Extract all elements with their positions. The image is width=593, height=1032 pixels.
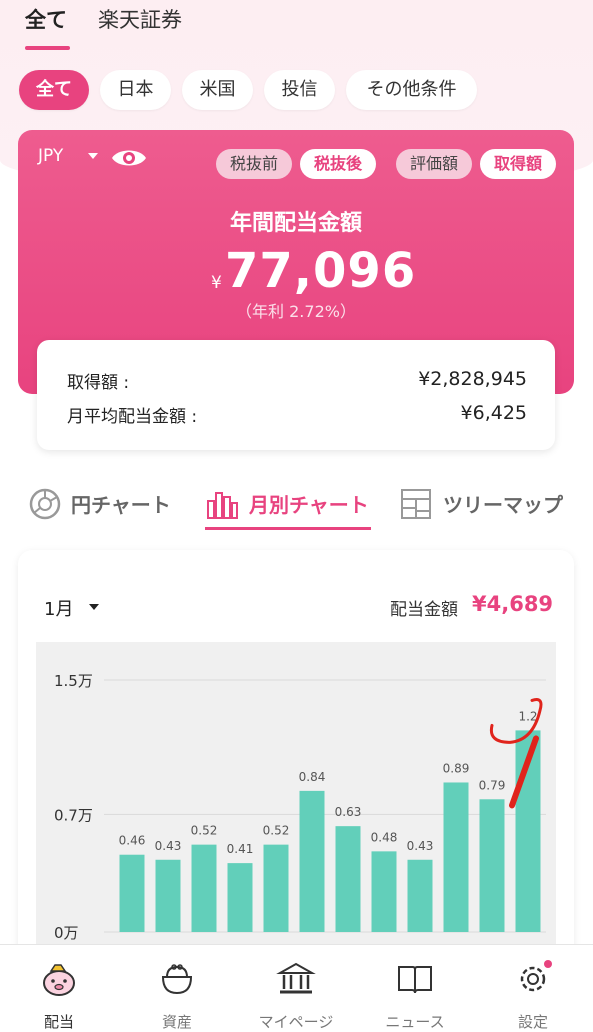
- toggle-after-tax[interactable]: 税抜後: [300, 149, 376, 179]
- bar-chart-svg: 0万 0.7万 1.5万 0.46 0.43 0.52 0.41 0.52 0.84 0.63 0.…: [54, 672, 546, 942]
- bar: [335, 826, 361, 932]
- data-label: 0.63: [335, 805, 362, 819]
- bar: [227, 863, 253, 932]
- monthly-average-value: ¥6,425: [460, 402, 527, 424]
- nav-news-label: ニュース: [385, 1013, 445, 1031]
- currency-selector[interactable]: JPY: [38, 146, 63, 166]
- yen-sign: ¥: [211, 273, 222, 293]
- bank-building-icon: [276, 962, 316, 994]
- payout-value: ¥4,689: [472, 592, 554, 616]
- bottom-navigation: 配当 資産 マイページ ニュース 設定: [0, 944, 593, 1031]
- bar: [371, 851, 397, 932]
- nav-assets[interactable]: 資産: [118, 945, 236, 1031]
- bar: [299, 790, 325, 932]
- acquisition-value: ¥2,828,945: [418, 368, 527, 390]
- data-label: 0.43: [407, 839, 434, 853]
- y-tick-label: 0.7万: [54, 806, 93, 824]
- pie-chart-icon: [29, 488, 61, 520]
- data-label: 0.52: [191, 824, 218, 838]
- y-tick-label: 1.5万: [54, 672, 93, 690]
- toggle-acquisition-cost[interactable]: 取得額: [480, 149, 556, 179]
- tab-pie-chart-label: 円チャート: [71, 493, 171, 517]
- payout-label: 配当金額: [390, 600, 458, 620]
- bar: [407, 859, 433, 932]
- tab-all[interactable]: 全て: [25, 4, 67, 34]
- bar: [263, 844, 289, 932]
- annual-dividend-amount: 77,096: [225, 243, 417, 299]
- nav-assets-label: 資産: [161, 1013, 192, 1031]
- annual-dividend-title: 年間配当金額: [229, 211, 362, 236]
- data-label: 0.48: [371, 830, 398, 844]
- chart-view-tabs: 円チャート 月別チャート ツリーマップ: [0, 480, 593, 532]
- filter-chip-row: 全て 日本 米国 投信 その他条件: [0, 70, 593, 112]
- monthly-bar-chart: 0万 0.7万 1.5万 0.46 0.43 0.52 0.41 0.52 0.84 0.63 0.…: [36, 642, 556, 972]
- bar-chart-icon: [207, 492, 238, 519]
- chip-other-conditions[interactable]: その他条件: [346, 70, 477, 110]
- y-tick-label: 0万: [54, 924, 79, 942]
- acquisition-row: 取得額 : ¥2,828,945: [67, 368, 527, 393]
- nav-dividends[interactable]: 配当: [0, 945, 118, 1031]
- chevron-down-icon[interactable]: [88, 153, 98, 159]
- data-label: 0.41: [227, 842, 254, 856]
- bar: [191, 844, 217, 932]
- treemap-icon: [401, 489, 431, 519]
- bar: [479, 799, 505, 932]
- nav-settings[interactable]: 設定: [474, 945, 592, 1031]
- data-label: 0.79: [479, 778, 506, 792]
- data-label: 0.89: [443, 761, 470, 775]
- nav-news[interactable]: ニュース: [356, 945, 474, 1031]
- chip-us[interactable]: 米国: [182, 70, 253, 110]
- chip-all[interactable]: 全て: [19, 70, 89, 110]
- chip-funds[interactable]: 投信: [264, 70, 335, 110]
- data-label: 1.2: [518, 709, 537, 723]
- nav-mypage-label: マイページ: [258, 1013, 334, 1031]
- nav-dividends-label: 配当: [43, 1013, 74, 1031]
- active-view-indicator: [205, 527, 371, 530]
- piggy-bank-icon: [43, 964, 75, 996]
- chip-japan[interactable]: 日本: [100, 70, 171, 110]
- bar: [155, 859, 181, 932]
- data-label: 0.84: [299, 770, 326, 784]
- nav-mypage[interactable]: マイページ: [237, 945, 355, 1031]
- dividend-detail-card: 取得額 : ¥2,828,945 月平均配当金額 : ¥6,425: [37, 340, 555, 450]
- tab-rakuten-securities[interactable]: 楽天証券: [98, 4, 182, 34]
- toggle-before-tax[interactable]: 税抜前: [216, 149, 292, 179]
- purse-icon: [161, 964, 193, 995]
- tab-monthly-chart-label: 月別チャート: [249, 493, 369, 517]
- month-selector[interactable]: 1月: [44, 595, 73, 621]
- data-label: 0.52: [263, 824, 290, 838]
- tab-treemap-label: ツリーマップ: [443, 493, 563, 517]
- monthly-average-row: 月平均配当金額 : ¥6,425: [67, 402, 527, 427]
- monthly-average-label: 月平均配当金額 :: [67, 407, 198, 427]
- bar: [119, 854, 145, 932]
- active-tab-indicator: [25, 46, 70, 50]
- bar: [443, 782, 469, 932]
- top-tab-bar: 全て 楽天証券: [0, 0, 593, 55]
- acquisition-label: 取得額 :: [67, 373, 130, 393]
- annual-yield: （年利 2.72%）: [236, 302, 356, 321]
- toggle-market-value[interactable]: 評価額: [396, 149, 472, 179]
- book-icon: [398, 966, 432, 994]
- nav-settings-label: 設定: [517, 1013, 548, 1031]
- data-label: 0.46: [119, 834, 146, 848]
- data-label: 0.43: [155, 839, 182, 853]
- eye-icon[interactable]: [110, 146, 148, 170]
- chevron-down-icon[interactable]: [89, 604, 99, 610]
- gear-icon: [520, 960, 552, 992]
- monthly-chart-card: 1月 配当金額 ¥4,689 0万 0.7万 1.5万 0.46 0.43 0.52 0.4…: [18, 550, 574, 972]
